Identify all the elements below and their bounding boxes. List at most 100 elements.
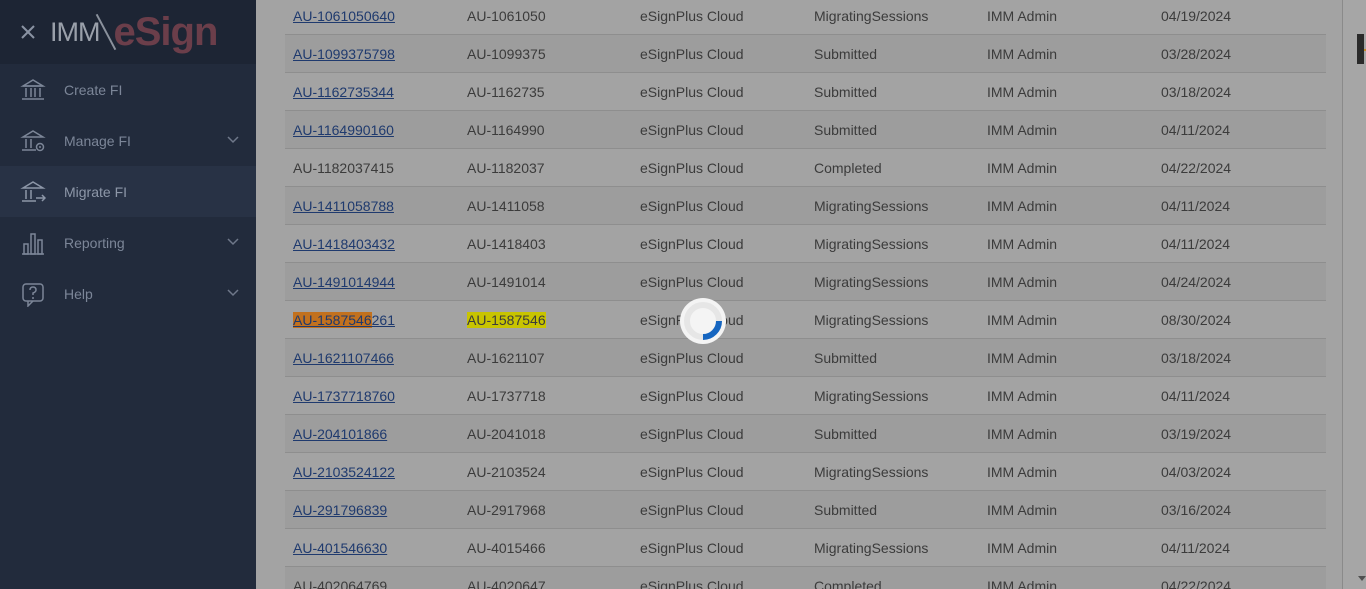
cell-reference-text: AU-1418403 bbox=[467, 235, 546, 252]
record-id-link[interactable]: AU-1491014944 bbox=[293, 274, 395, 290]
cell-platform-text: eSignPlus Cloud bbox=[640, 387, 744, 404]
cell-date-text: 04/11/2024 bbox=[1161, 121, 1231, 138]
cell-status: Completed bbox=[806, 160, 979, 176]
record-id-link[interactable]: AU-1162735344 bbox=[293, 84, 394, 100]
record-id-link[interactable]: AU-1621107466 bbox=[293, 350, 394, 366]
cell-date: 04/11/2024 bbox=[1153, 122, 1326, 138]
table-row: AU-2103524122 AU-2103524 eSignPlus Cloud Mi… bbox=[285, 453, 1326, 491]
table-row: AU-204101866 AU-2041018 eSignPlus Cloud Sub… bbox=[285, 415, 1326, 453]
record-id-link[interactable]: AU-2103524122 bbox=[293, 464, 395, 480]
cell-platform: eSignPlus Cloud bbox=[632, 236, 806, 252]
cell-platform: eSignPlus Cloud bbox=[632, 502, 806, 518]
cell-reference-text: AU-1099375 bbox=[467, 45, 546, 62]
sidebar-nav: Create FI Manage FI Migrate FI Reporting Hel… bbox=[0, 64, 256, 319]
cell-date: 03/16/2024 bbox=[1153, 502, 1326, 518]
cell-status-text: MigratingSessions bbox=[814, 273, 929, 290]
cell-platform-text: eSignPlus Cloud bbox=[640, 235, 744, 252]
cell-date-text: 04/19/2024 bbox=[1161, 7, 1232, 24]
cell-status: MigratingSessions bbox=[806, 236, 979, 252]
record-id-link[interactable]: AU-291796839 bbox=[293, 502, 387, 518]
sidebar-item-create-fi[interactable]: Create FI bbox=[0, 64, 256, 115]
cell-status-text: Submitted bbox=[814, 45, 878, 62]
record-id-text: AU-402064769 bbox=[293, 577, 388, 589]
cell-date: 08/30/2024 bbox=[1153, 312, 1326, 328]
cell-status: MigratingSessions bbox=[806, 540, 979, 556]
cell-platform: eSignPlus Cloud bbox=[632, 160, 806, 176]
cell-platform: eSignPlus Cloud bbox=[632, 464, 806, 480]
table-row: AU-1411058788 AU-1411058 eSignPlus Cloud Mi… bbox=[285, 187, 1326, 225]
cell-platform: eSignPlus Cloud bbox=[632, 198, 806, 214]
cell-platform: eSignPlus Cloud bbox=[632, 540, 806, 556]
cell-date: 04/22/2024 bbox=[1153, 160, 1326, 176]
cell-user: IMM Admin bbox=[979, 46, 1153, 62]
cell-id: AU-1182037415 bbox=[285, 160, 459, 176]
sidebar-item-help[interactable]: Help bbox=[0, 268, 256, 319]
table-row: AU-1737718760 AU-1737718 eSignPlus Cloud Mi… bbox=[285, 377, 1326, 415]
sidebar-item-manage-fi[interactable]: Manage FI bbox=[0, 115, 256, 166]
cell-platform: eSignPlus Cloud bbox=[632, 8, 806, 24]
cell-id: AU-1621107466 bbox=[285, 350, 459, 366]
cell-status-text: MigratingSessions bbox=[814, 197, 929, 214]
cell-platform-text: eSignPlus Cloud bbox=[640, 121, 744, 138]
cell-platform: eSignPlus Cloud bbox=[632, 84, 806, 100]
chevron-down-icon[interactable] bbox=[226, 237, 240, 247]
cell-platform: eSignPlus Cloud bbox=[632, 122, 806, 138]
record-id-link[interactable]: AU-1587546261 bbox=[293, 311, 395, 328]
record-id-link[interactable]: AU-1099375798 bbox=[293, 46, 395, 62]
cell-reference-text: AU-2041018 bbox=[467, 425, 546, 442]
scroll-down-arrow-icon[interactable] bbox=[1358, 576, 1366, 581]
cell-user-text: IMM Admin bbox=[987, 501, 1058, 518]
record-id-link[interactable]: AU-401546630 bbox=[293, 540, 387, 556]
cell-id: AU-1737718760 bbox=[285, 388, 459, 404]
cell-platform: eSignPlus Cloud bbox=[632, 350, 806, 366]
cell-reference-text: AU-1164990 bbox=[467, 121, 545, 138]
cell-reference: AU-1418403 bbox=[459, 236, 632, 252]
cell-platform-text: eSignPlus Cloud bbox=[640, 539, 744, 556]
cell-user: IMM Admin bbox=[979, 388, 1153, 404]
cell-date-text: 03/28/2024 bbox=[1161, 45, 1232, 62]
bank-migrate-icon bbox=[20, 181, 46, 202]
sidebar-item-reporting[interactable]: Reporting bbox=[0, 217, 256, 268]
table-row: AU-291796839 AU-2917968 eSignPlus Cloud Sub… bbox=[285, 491, 1326, 529]
cell-reference-text: AU-2917968 bbox=[467, 501, 546, 518]
page-scrollbar[interactable] bbox=[1342, 0, 1366, 589]
logo-imm-text: IMM bbox=[50, 16, 100, 47]
chevron-down-icon[interactable] bbox=[226, 135, 240, 145]
record-id-link[interactable]: AU-1164990160 bbox=[293, 122, 394, 138]
cell-user: IMM Admin bbox=[979, 350, 1153, 366]
cell-date: 04/19/2024 bbox=[1153, 8, 1326, 24]
record-id-link[interactable]: AU-1061050640 bbox=[293, 8, 395, 24]
cell-reference-text: AU-2103524 bbox=[467, 463, 546, 480]
table-row: AU-1061050640 AU-1061050 eSignPlus Cloud Mi… bbox=[285, 0, 1326, 35]
cell-user-text: IMM Admin bbox=[987, 197, 1058, 214]
cell-user: IMM Admin bbox=[979, 8, 1153, 24]
cell-status-text: MigratingSessions bbox=[814, 387, 929, 404]
close-icon[interactable] bbox=[18, 20, 40, 42]
cell-date-text: 08/30/2024 bbox=[1161, 311, 1232, 328]
cell-id: AU-204101866 bbox=[285, 426, 459, 442]
cell-status-text: Submitted bbox=[814, 349, 878, 366]
record-id-link[interactable]: AU-204101866 bbox=[293, 426, 387, 442]
cell-user: IMM Admin bbox=[979, 198, 1153, 214]
scrollbar-thumb[interactable] bbox=[1357, 34, 1364, 64]
cell-user: IMM Admin bbox=[979, 502, 1153, 518]
sidebar: IMM eSign Create FI Manage FI Migrate FI Re… bbox=[0, 0, 256, 589]
cell-status: MigratingSessions bbox=[806, 8, 979, 24]
record-id-link[interactable]: AU-1418403432 bbox=[293, 236, 395, 252]
logo-esign-text: eSign bbox=[113, 10, 218, 54]
cell-user-text: IMM Admin bbox=[987, 577, 1058, 589]
sidebar-item-migrate-fi[interactable]: Migrate FI bbox=[0, 166, 256, 217]
record-id-link[interactable]: AU-1737718760 bbox=[293, 388, 395, 404]
cell-reference: AU-1182037 bbox=[459, 160, 632, 176]
cell-user: IMM Admin bbox=[979, 464, 1153, 480]
chevron-down-icon[interactable] bbox=[226, 288, 240, 298]
cell-date-text: 03/18/2024 bbox=[1161, 349, 1232, 366]
record-id-link[interactable]: AU-1411058788 bbox=[293, 198, 394, 214]
cell-status: Submitted bbox=[806, 84, 979, 100]
cell-user-text: IMM Admin bbox=[987, 7, 1058, 24]
cell-platform: eSignPlus Cloud bbox=[632, 274, 806, 290]
cell-platform-text: eSignPlus Cloud bbox=[640, 83, 744, 100]
cell-platform: eSignPlus Cloud bbox=[632, 388, 806, 404]
cell-date: 04/11/2024 bbox=[1153, 236, 1326, 252]
cell-status: Completed bbox=[806, 578, 979, 589]
